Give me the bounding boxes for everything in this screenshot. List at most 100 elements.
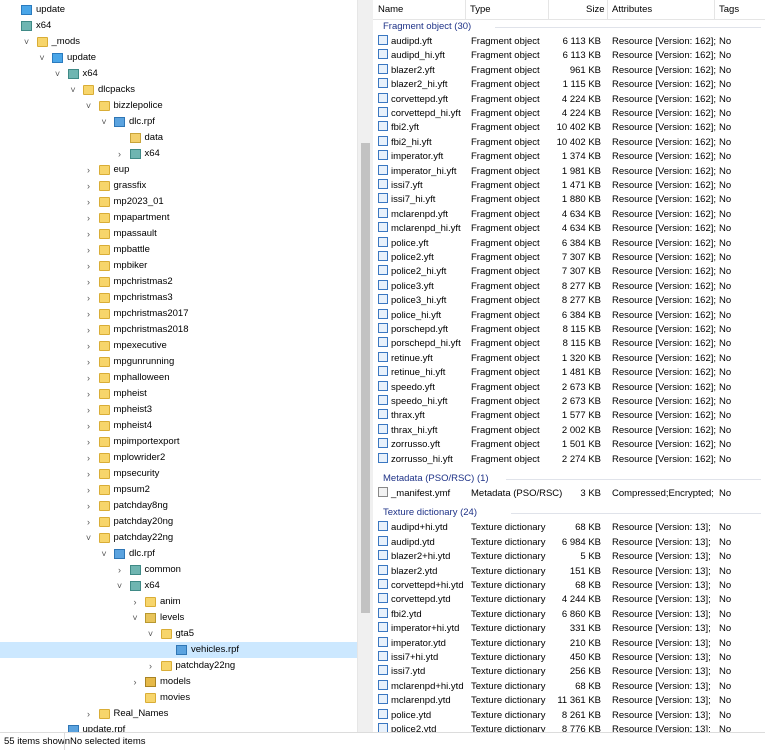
file-row[interactable]: audipd.ytd Texture dictionary 6 984 KB Reso… [373,535,765,550]
chevron-right-icon[interactable]: › [84,210,94,226]
file-row[interactable]: corvettepd+hi.ytd Texture dictionary 68 KB… [373,579,765,593]
tree-item[interactable]: ˅ update [0,50,357,66]
file-row[interactable]: police.ytd Texture dictionary 8 261 KB Reso… [373,708,765,723]
tree-item[interactable]: › common [0,562,357,578]
tree-item[interactable]: vehicles.rpf [0,642,357,658]
chevron-right-icon[interactable]: › [84,386,94,402]
tree-item[interactable]: › mplowrider2 [0,450,357,466]
chevron-right-icon[interactable]: › [84,706,94,722]
file-row[interactable]: blazer2+hi.ytd Texture dictionary 5 KB Reso… [373,550,765,564]
column-name[interactable]: Name [378,4,403,15]
tree-item[interactable]: › mpbattle [0,242,357,258]
tree-item[interactable]: › mpgunrunning [0,354,357,370]
chevron-down-icon[interactable]: ˅ [115,578,125,594]
tree-item[interactable]: ˅ dlcpacks [0,82,357,98]
chevron-right-icon[interactable]: › [130,674,140,690]
chevron-right-icon[interactable]: › [84,498,94,514]
file-row[interactable]: blazer2.yft Fragment object 961 KB Resource… [373,63,765,78]
tree-item[interactable]: › mpchristmas2 [0,274,357,290]
chevron-right-icon[interactable]: › [84,418,94,434]
chevron-right-icon[interactable]: › [84,514,94,530]
file-row[interactable]: issi7.ytd Texture dictionary 256 KB Resourc… [373,665,765,679]
file-row[interactable]: blazer2_hi.yft Fragment object 1 115 KB Res… [373,78,765,92]
file-row[interactable]: speedo.yft Fragment object 2 673 KB Resourc… [373,380,765,395]
tree-item[interactable]: update [0,2,357,18]
chevron-down-icon[interactable]: ˅ [146,626,156,642]
file-row[interactable]: mclarenpd.ytd Texture dictionary 11 361 KB… [373,694,765,708]
chevron-right-icon[interactable]: › [84,450,94,466]
file-row[interactable]: audipd_hi.yft Fragment object 6 113 KB Reso… [373,49,765,63]
tree-item[interactable]: › mpheist3 [0,402,357,418]
file-row[interactable]: thrax_hi.yft Fragment object 2 002 KB Resou… [373,423,765,438]
tree-item[interactable]: › mp2023_01 [0,194,357,210]
file-row[interactable]: thrax.yft Fragment object 1 577 KB Resource… [373,409,765,423]
file-row[interactable]: speedo_hi.yft Fragment object 2 673 KB Reso… [373,395,765,409]
tree-item[interactable]: movies [0,690,357,706]
chevron-right-icon[interactable]: › [146,658,156,674]
file-row[interactable]: _manifest.ymf Metadata (PSO/RSC) 3 KB Compr… [373,487,765,501]
tree-item[interactable]: › mpheist4 [0,418,357,434]
tree-item[interactable]: ˅ x64 [0,66,357,82]
chevron-down-icon[interactable]: ˅ [130,610,140,626]
tree-item[interactable]: › mpassault [0,226,357,242]
chevron-right-icon[interactable]: › [84,338,94,354]
file-row[interactable]: corvettepd.ytd Texture dictionary 4 244 KB… [373,593,765,607]
column-attributes[interactable]: Attributes [612,4,652,15]
tree-item[interactable]: › grassfix [0,178,357,194]
chevron-right-icon[interactable]: › [84,402,94,418]
file-row[interactable]: zorrusso_hi.yft Fragment object 2 274 KB Re… [373,452,765,467]
chevron-right-icon[interactable]: › [84,162,94,178]
chevron-right-icon[interactable]: › [84,290,94,306]
tree-item[interactable]: › patchday22ng [0,658,357,674]
tree-item[interactable]: › anim [0,594,357,610]
tree-scrollbar-thumb[interactable] [361,143,370,613]
file-row[interactable]: retinue.yft Fragment object 1 320 KB Resour… [373,351,765,366]
tree-item[interactable]: ˅ bizzlepolice [0,98,357,114]
chevron-right-icon[interactable]: › [84,466,94,482]
tree-item[interactable]: › mpsecurity [0,466,357,482]
column-type[interactable]: Type [470,4,491,15]
tree-item[interactable]: › mpchristmas2017 [0,306,357,322]
tree-item[interactable]: › models [0,674,357,690]
tree-item[interactable]: update.rpf [0,722,357,732]
tree-item[interactable]: ˅ _mods [0,34,357,50]
file-row[interactable]: zorrusso.yft Fragment object 1 501 KB Resou… [373,438,765,452]
tree-item[interactable]: › mpchristmas3 [0,290,357,306]
tree-item[interactable]: › eup [0,162,357,178]
file-row[interactable]: issi7.yft Fragment object 1 471 KB Resource… [373,179,765,193]
chevron-down-icon[interactable]: ˅ [37,50,47,66]
file-row[interactable]: corvettepd.yft Fragment object 4 224 KB Res… [373,92,765,107]
tree-item[interactable]: › patchday20ng [0,514,357,530]
chevron-right-icon[interactable]: › [84,482,94,498]
tree-item[interactable]: ˅ dlc.rpf [0,546,357,562]
chevron-down-icon[interactable]: ˅ [22,34,32,50]
file-row[interactable]: imperator+hi.ytd Texture dictionary 331 KB… [373,622,765,636]
file-row[interactable]: blazer2.ytd Texture dictionary 151 KB Resou… [373,564,765,579]
tree-item[interactable]: ˅ x64 [0,578,357,594]
file-row[interactable]: imperator.ytd Texture dictionary 210 KB Res… [373,636,765,651]
tree-item[interactable]: data [0,130,357,146]
file-row[interactable]: imperator.yft Fragment object 1 374 KB Reso… [373,150,765,164]
chevron-down-icon[interactable]: ˅ [84,98,94,114]
file-row[interactable]: retinue_hi.yft Fragment object 1 481 KB Res… [373,366,765,380]
chevron-right-icon[interactable]: › [84,322,94,338]
chevron-down-icon[interactable]: ˅ [99,546,109,562]
tree-item[interactable]: › mpapartment [0,210,357,226]
tree-item[interactable]: › mpbiker [0,258,357,274]
file-row[interactable]: fbi2_hi.yft Fragment object 10 402 KB Resou… [373,135,765,150]
tree-item[interactable]: ˅ patchday22ng [0,530,357,546]
file-row[interactable]: audipd.yft Fragment object 6 113 KB Resourc… [373,35,765,49]
tree-scrollbar[interactable] [357,0,373,732]
chevron-right-icon[interactable]: › [84,178,94,194]
file-row[interactable]: police_hi.yft Fragment object 6 384 KB Reso… [373,308,765,323]
file-row[interactable]: issi7+hi.ytd Texture dictionary 450 KB Reso… [373,651,765,665]
chevron-right-icon[interactable]: › [84,306,94,322]
chevron-right-icon[interactable]: › [130,594,140,610]
tree-item[interactable]: ˅ dlc.rpf [0,114,357,130]
file-row[interactable]: corvettepd_hi.yft Fragment object 4 224 KB… [373,107,765,121]
chevron-right-icon[interactable]: › [84,226,94,242]
file-row[interactable]: porschepd.yft Fragment object 8 115 KB Reso… [373,323,765,337]
file-row[interactable]: fbi2.ytd Texture dictionary 6 860 KB Resour… [373,607,765,622]
file-row[interactable]: audipd+hi.ytd Texture dictionary 68 KB Reso… [373,521,765,535]
chevron-down-icon[interactable]: ˅ [68,82,78,98]
